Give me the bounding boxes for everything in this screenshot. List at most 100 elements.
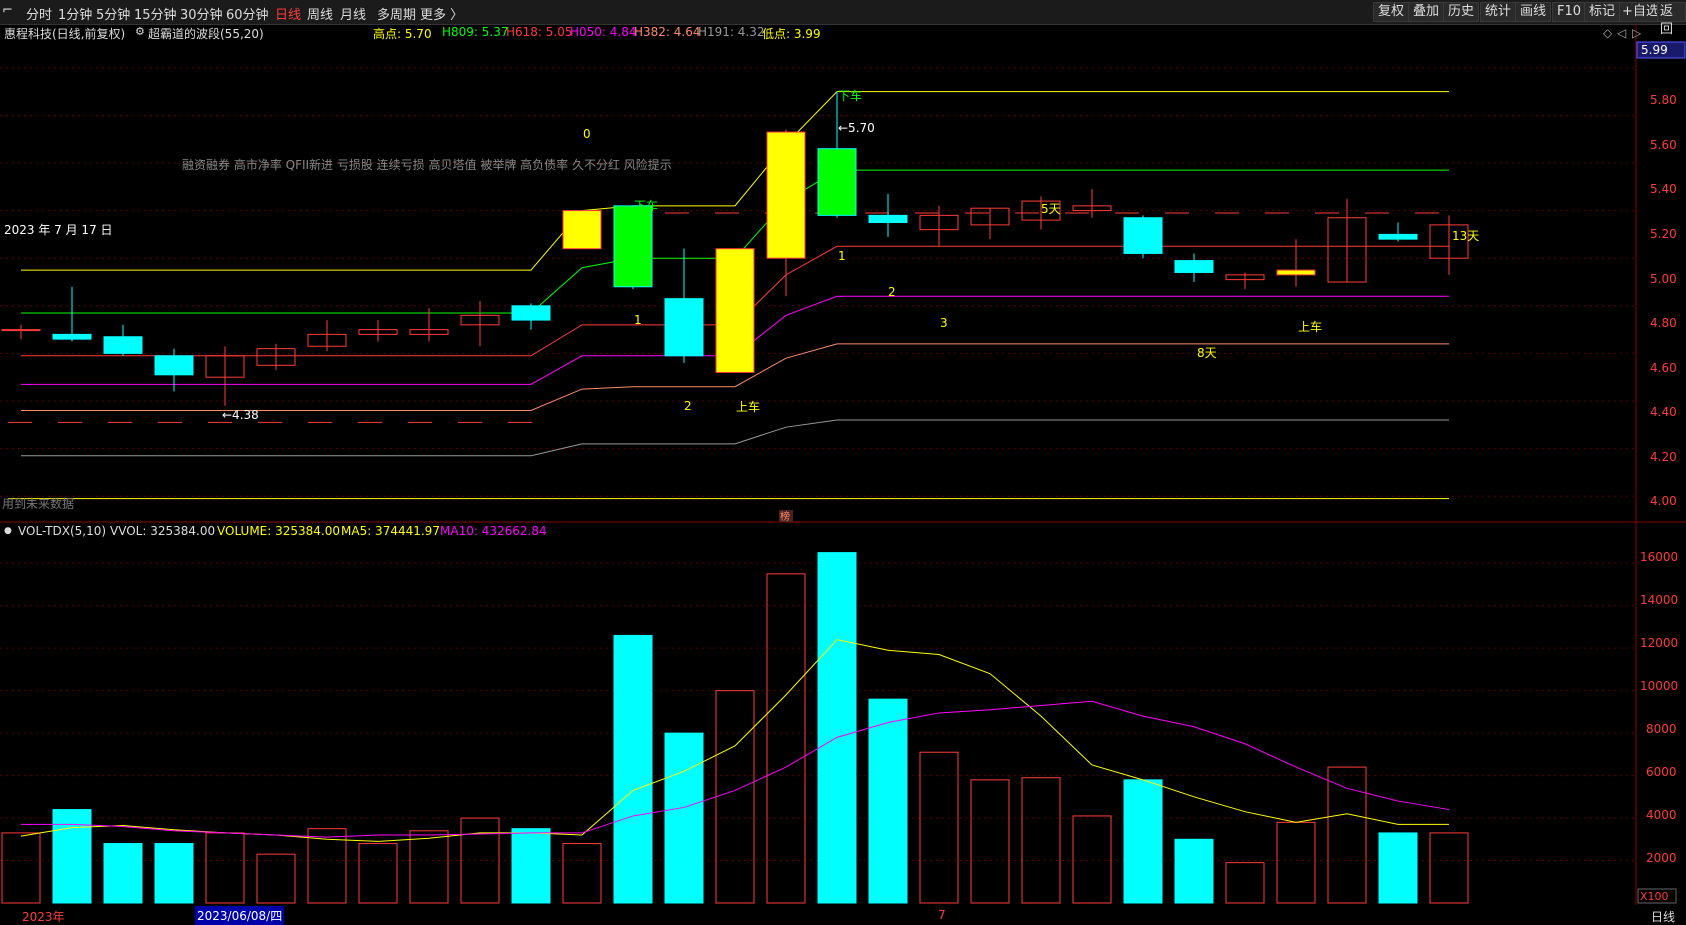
- volume-bar: [409, 830, 449, 904]
- volume-tick: 4000: [1646, 808, 1677, 822]
- candle-body: [766, 131, 806, 259]
- volume-bar: [52, 809, 92, 904]
- low-marker: ←4.38: [222, 408, 259, 422]
- wave-zero-label: 0: [736, 257, 744, 271]
- candle-body: [154, 355, 194, 376]
- wave-count-label: 2: [888, 285, 896, 299]
- volume-bar: [154, 843, 194, 904]
- price-tick: 5.40: [1650, 182, 1677, 196]
- date-annotation: 2023 年 7 月 17 日: [4, 223, 113, 237]
- volume-bar: [103, 843, 143, 904]
- price-axis: 5.80 5.60 5.40 5.20 5.00 4.80 4.60 4.40 …: [1650, 93, 1677, 508]
- exit-signal: 下车: [634, 198, 658, 213]
- period-label[interactable]: 日线: [1651, 908, 1675, 925]
- settings-icon[interactable]: ◇: [1603, 26, 1613, 40]
- volume-bar: [1123, 779, 1163, 904]
- gray-line: [21, 419, 1449, 457]
- future-data-note: 用到未来数据: [2, 496, 74, 511]
- volume-ma-lines: [20, 639, 1450, 842]
- volume-bar: [1072, 815, 1112, 904]
- volume-tick: 8000: [1646, 722, 1677, 736]
- price-tick: 4.20: [1650, 450, 1677, 464]
- price-tick: 5.00: [1650, 272, 1677, 286]
- volume-bar: [358, 843, 398, 904]
- volume-bar: [256, 853, 296, 904]
- candle-body: [511, 305, 551, 321]
- volume-bar: [868, 698, 908, 904]
- price-tick: 4.80: [1650, 316, 1677, 330]
- volume-bars: [1, 552, 1469, 904]
- month-label: 7: [938, 908, 946, 922]
- entry-signal: 上车: [1298, 319, 1322, 334]
- wave-count-label: 1: [838, 249, 846, 263]
- volume-axis: 16000 14000 12000 10000 8000 6000 4000 2…: [1637, 550, 1678, 904]
- price-tick: 4.00: [1650, 494, 1677, 508]
- volume-bar: [1174, 838, 1214, 904]
- cursor-date: 2023/06/08/四: [195, 906, 285, 925]
- volume-unit: X100: [1640, 890, 1669, 903]
- exit-signal: 下车: [838, 88, 862, 103]
- high-marker: ←5.70: [838, 121, 875, 135]
- price-tick: 4.40: [1650, 405, 1677, 419]
- rank-badge-label: 榜: [780, 510, 790, 523]
- volume-tick: 10000: [1640, 679, 1678, 693]
- candle-body: [103, 336, 143, 354]
- volume-bar: [715, 690, 755, 904]
- volume-bar: [1276, 821, 1316, 904]
- volume-bar: [817, 552, 857, 904]
- volume-bar: [919, 751, 959, 904]
- wave-count-label: 3: [940, 316, 948, 330]
- volume-tick: 2000: [1646, 851, 1677, 865]
- candle-body: [817, 148, 857, 216]
- candle-body: [1174, 260, 1214, 273]
- volume-bar: [1, 832, 41, 904]
- volume-bar: [1021, 777, 1061, 904]
- candle-body: [1276, 269, 1316, 276]
- entry-signal: 上车: [736, 399, 760, 414]
- volume-tick: 12000: [1640, 636, 1678, 650]
- arrow-left-icon[interactable]: ◁: [1616, 26, 1626, 40]
- volume-tick: 14000: [1640, 593, 1678, 607]
- wave-count-label: 2: [684, 399, 692, 413]
- time-axis-bar: 2023年 2023/06/08/四 7 日线: [0, 905, 1686, 925]
- wave-count-label: 1: [634, 313, 642, 327]
- kline-chart[interactable]: 5.99 ◇ ◁ ▷ 5.80 5.60 5.40 5.20 5.00 4.80…: [0, 0, 1686, 925]
- volume-bar: [562, 843, 602, 904]
- day-count-label: 5天: [1041, 202, 1061, 216]
- volume-tick: 6000: [1646, 765, 1677, 779]
- volume-bar: [1378, 832, 1418, 904]
- volume-bar: [511, 828, 551, 904]
- current-price-label: 5.99: [1641, 43, 1668, 57]
- arrow-right-icon[interactable]: ▷: [1632, 26, 1642, 40]
- volume-bar: [205, 832, 245, 904]
- volume-bar: [664, 732, 704, 904]
- price-tick: 5.60: [1650, 138, 1677, 152]
- candle-body: [613, 205, 653, 288]
- day-count-label: 8天: [1197, 346, 1217, 360]
- candles: [1, 91, 1469, 406]
- candle-body: [1378, 233, 1418, 240]
- candle-body: [868, 214, 908, 224]
- day-count-label: 13天: [1452, 229, 1479, 243]
- stock-tags: 融资融券 高市净率 QFII新进 亏损股 连续亏损 高贝塔值 被举牌 高负债率 …: [182, 157, 672, 172]
- year-label: 2023年: [22, 910, 65, 924]
- candle-body: [1123, 217, 1163, 254]
- volume-bar: [613, 634, 653, 904]
- volume-bar: [1429, 832, 1469, 904]
- volume-bar: [766, 573, 806, 904]
- price-tick: 5.80: [1650, 93, 1677, 107]
- volume-tick: 16000: [1640, 550, 1678, 564]
- wave-zero-label: 0: [583, 127, 591, 141]
- volume-bar: [1327, 766, 1367, 904]
- candle-body: [715, 248, 755, 373]
- candle-body: [562, 210, 602, 250]
- candle-body: [52, 333, 92, 340]
- candle-body: [664, 298, 704, 357]
- ma10-line: [21, 700, 1450, 838]
- price-tick: 4.60: [1650, 361, 1677, 375]
- yellow-line: [21, 91, 1449, 271]
- price-tick: 5.20: [1650, 227, 1677, 241]
- volume-bar: [1225, 862, 1265, 904]
- candle-body: [1, 329, 41, 332]
- volume-bar: [970, 779, 1010, 904]
